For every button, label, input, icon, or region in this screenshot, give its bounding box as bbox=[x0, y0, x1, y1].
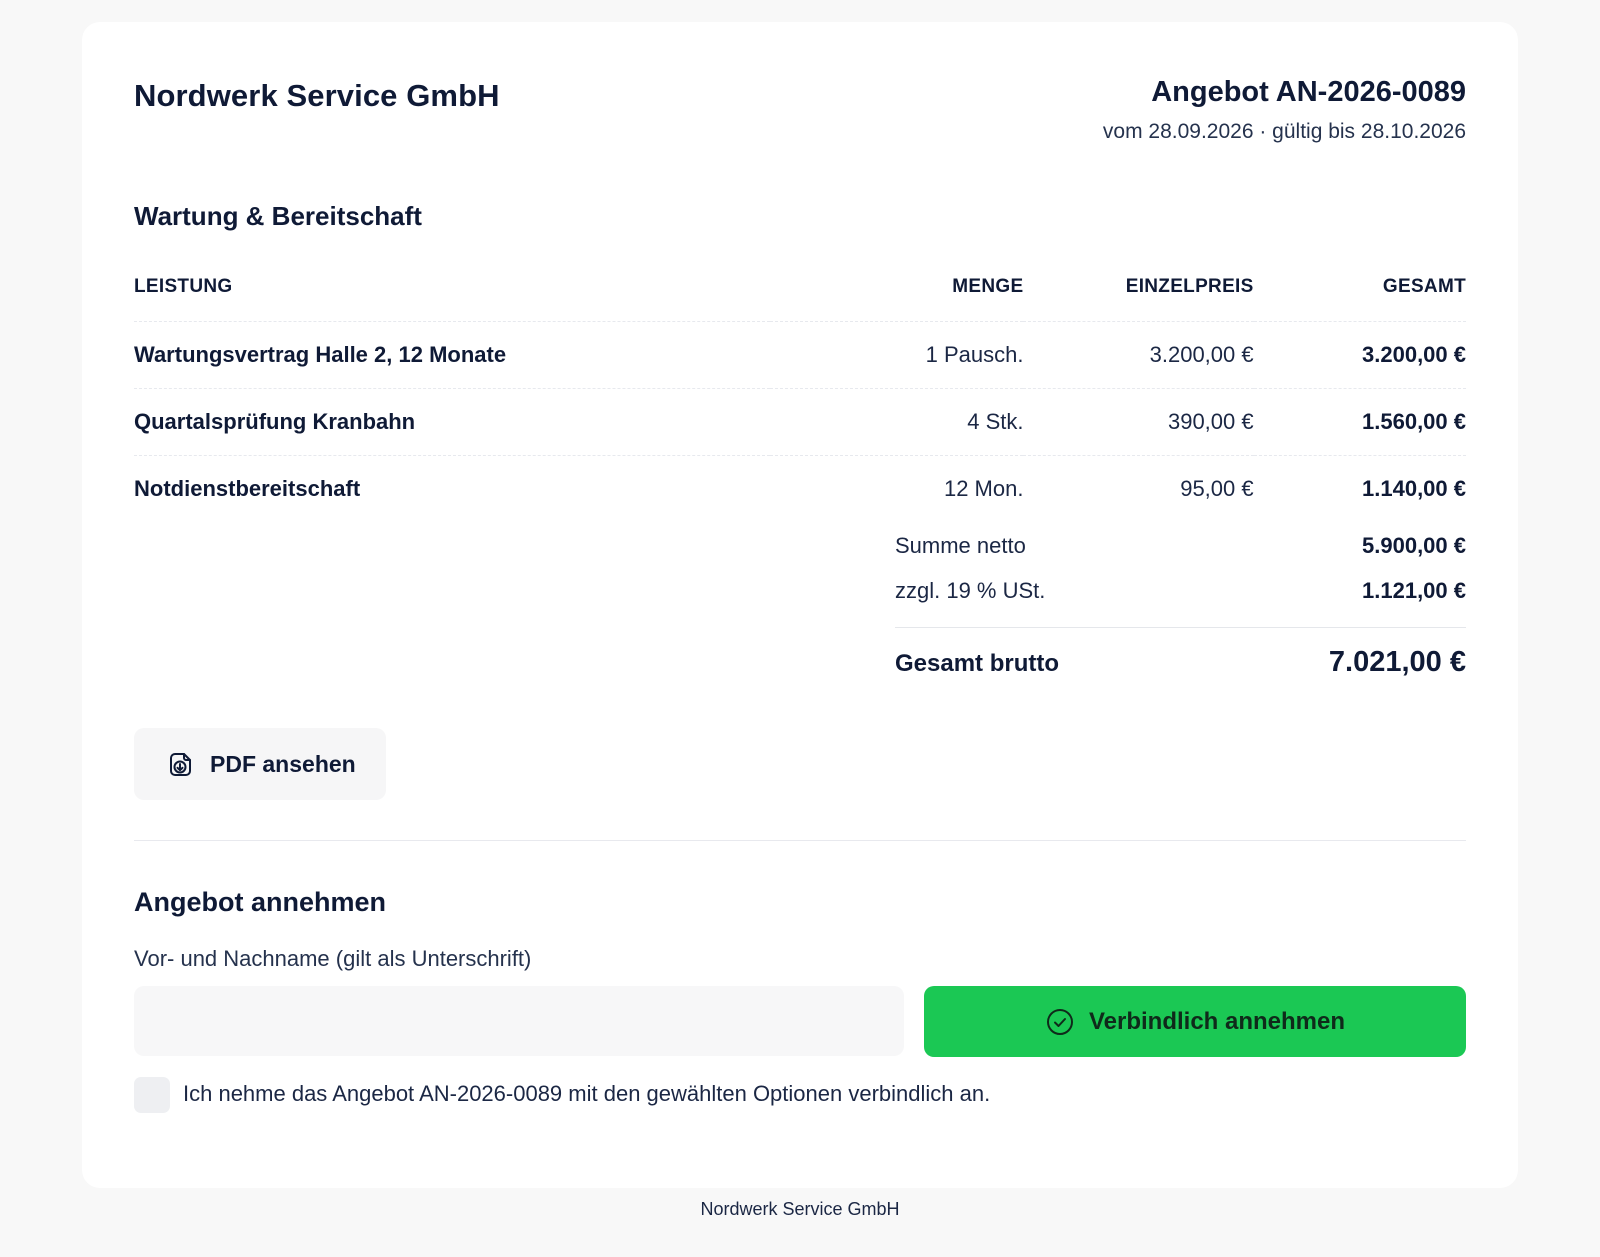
table-header-row: LEISTUNG MENGE EINZELPREIS GESAMT bbox=[134, 253, 1466, 322]
table-row: Wartungsvertrag Halle 2, 12 Monate 1 Pau… bbox=[134, 321, 1466, 389]
accept-offer-label: Verbindlich annehmen bbox=[1088, 1007, 1346, 1035]
column-header-menge: MENGE bbox=[770, 253, 1024, 322]
net-total-row: Summe netto 5.900,00 € bbox=[895, 533, 1466, 578]
table-row: Notdienstbereitschaft 12 Mon. 95,00 € 1.… bbox=[134, 455, 1466, 522]
view-pdf-button[interactable]: PDF ansehen bbox=[134, 728, 386, 800]
vat-label: zzgl. 19 % USt. bbox=[895, 578, 1046, 603]
vat-row: zzgl. 19 % USt. 1.121,00 € bbox=[895, 578, 1466, 623]
view-pdf-label: PDF ansehen bbox=[210, 750, 356, 777]
item-unit-price: 390,00 € bbox=[1023, 388, 1254, 456]
item-total: 1.140,00 € bbox=[1362, 475, 1466, 501]
column-header-einzelpreis: EINZELPREIS bbox=[1023, 253, 1254, 322]
item-name: Notdienstbereitschaft bbox=[134, 475, 361, 501]
accept-offer-button[interactable]: Verbindlich annehmen bbox=[924, 986, 1466, 1057]
offer-dates: vom 28.09.2026 · gültig bis 28.10.2026 bbox=[1102, 120, 1466, 143]
check-circle-icon bbox=[1045, 1007, 1075, 1037]
item-quantity: 4 Stk. bbox=[770, 388, 1024, 456]
item-total: 1.560,00 € bbox=[1253, 388, 1466, 456]
table-row: Quartalsprüfung Kranbahn 4 Stk. 390,00 €… bbox=[134, 388, 1466, 456]
column-header-leistung: LEISTUNG bbox=[134, 253, 771, 322]
accept-terms-label: Ich nehme das Angebot AN-2026-0089 mit d… bbox=[183, 1081, 991, 1106]
section-divider bbox=[134, 840, 1466, 841]
accept-terms-checkbox[interactable] bbox=[134, 1077, 170, 1113]
item-quantity: 12 Mon. bbox=[943, 475, 1024, 501]
offer-title: Angebot AN-2026-0089 bbox=[1151, 76, 1466, 108]
gross-total-value: 7.021,00 € bbox=[1328, 646, 1466, 678]
net-total-label: Summe netto bbox=[895, 533, 1026, 558]
item-total: 3.200,00 € bbox=[1253, 321, 1466, 389]
gross-total-row: Gesamt brutto 7.021,00 € bbox=[895, 628, 1466, 698]
offer-header: Nordwerk Service GmbH Angebot AN-2026-00… bbox=[134, 22, 1466, 172]
line-items-table: LEISTUNG MENGE EINZELPREIS GESAMT Wartun… bbox=[134, 253, 1466, 522]
totals-block: Summe netto 5.900,00 € zzgl. 19 % USt. 1… bbox=[895, 533, 1466, 698]
item-quantity: 1 Pausch. bbox=[770, 321, 1024, 389]
company-name: Nordwerk Service GmbH bbox=[134, 78, 500, 113]
item-unit-price: 3.200,00 € bbox=[1023, 321, 1254, 389]
net-total-value: 5.900,00 € bbox=[1362, 533, 1466, 558]
signature-name-input[interactable] bbox=[134, 986, 904, 1056]
vat-value: 1.121,00 € bbox=[1362, 578, 1466, 603]
name-field-label: Vor- und Nachname (gilt als Unterschrift… bbox=[134, 946, 532, 971]
document-download-icon bbox=[166, 749, 196, 779]
footer-text: Nordwerk Service GmbH bbox=[700, 1199, 900, 1219]
item-unit-price: 95,00 € bbox=[1180, 475, 1254, 501]
section-title: Wartung & Bereitschaft bbox=[134, 201, 422, 231]
item-name: Quartalsprüfung Kranbahn bbox=[134, 388, 771, 456]
accept-title: Angebot annehmen bbox=[134, 887, 387, 917]
column-header-gesamt: GESAMT bbox=[1253, 253, 1466, 322]
gross-total-label: Gesamt brutto bbox=[895, 650, 1060, 677]
item-name: Wartungsvertrag Halle 2, 12 Monate bbox=[134, 321, 771, 389]
